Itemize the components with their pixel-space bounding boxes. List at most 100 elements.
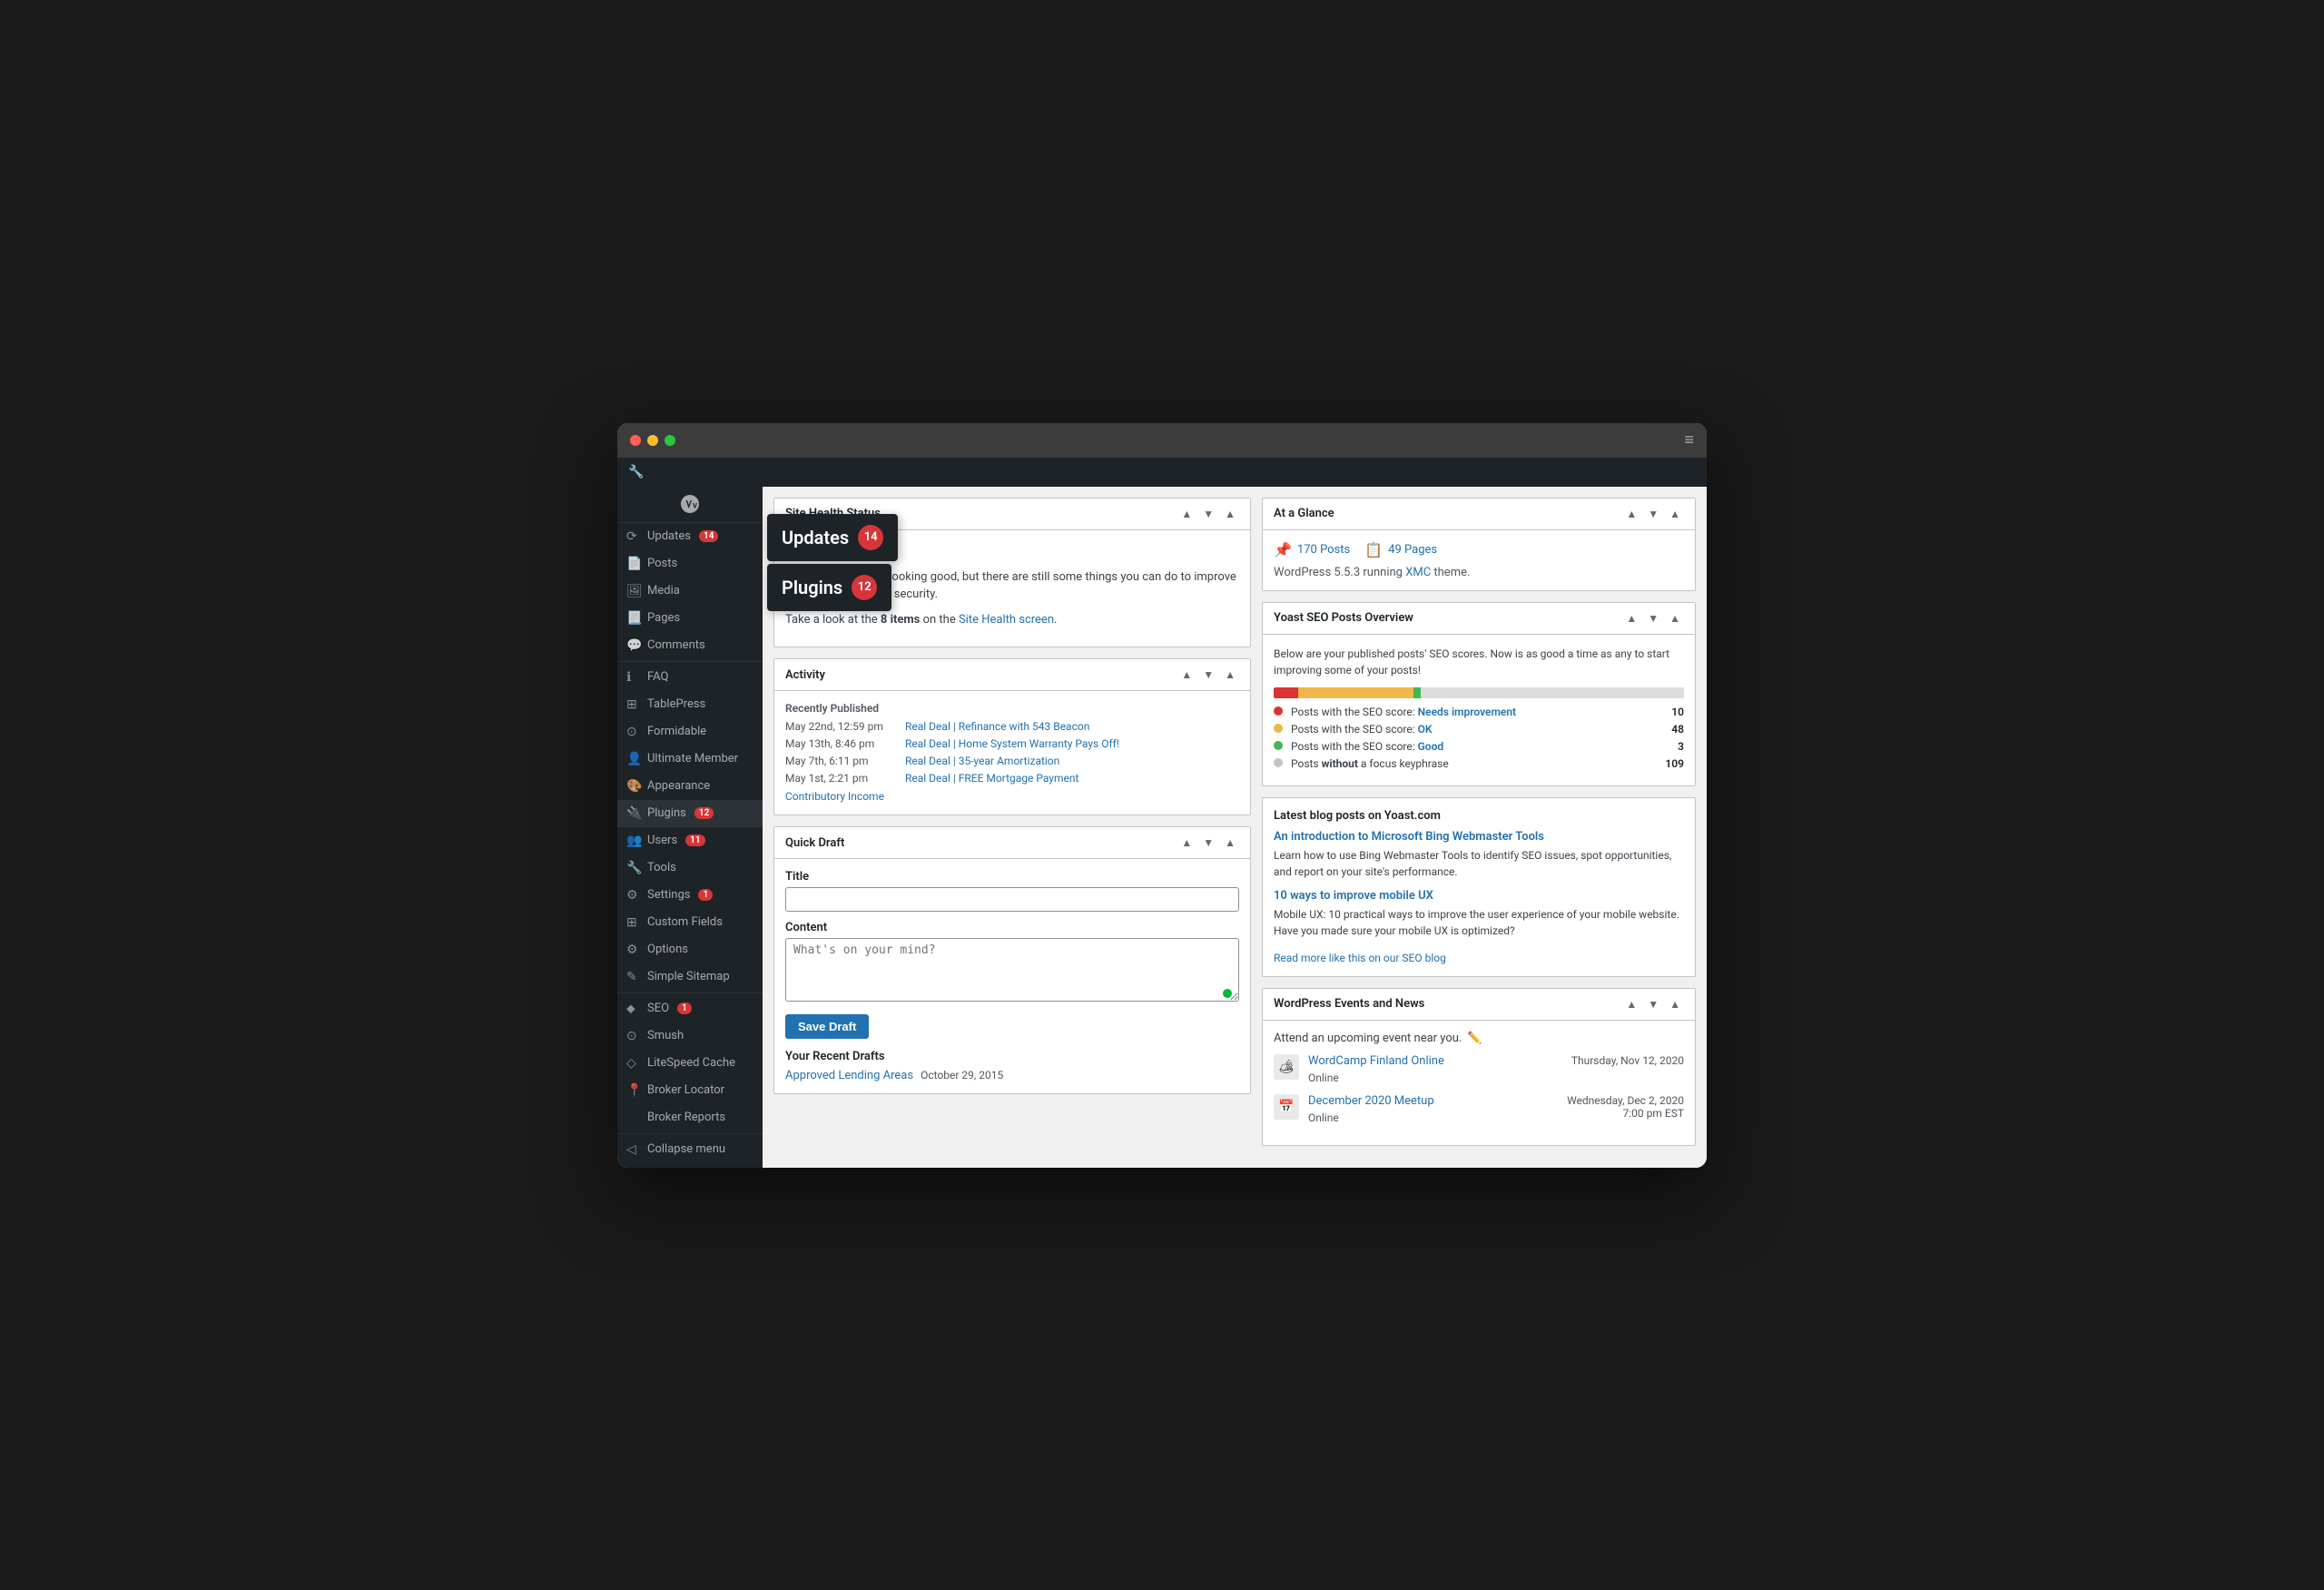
sidebar-item-ultimate-member[interactable]: 👤 Ultimate Member: [617, 746, 763, 773]
users-icon: 👥: [626, 834, 641, 848]
sidebar-item-media[interactable]: 🖼 Media: [617, 578, 763, 605]
seo-ok-link[interactable]: OK: [1418, 723, 1433, 736]
sidebar-item-pages[interactable]: 📃 Pages: [617, 605, 763, 632]
sidebar-item-broker-reports[interactable]: Broker Reports: [617, 1104, 763, 1131]
minimize-button[interactable]: [647, 435, 658, 446]
widget-quick-draft: Quick Draft ▲ ▼ ▲ Title Content: [773, 826, 1251, 1094]
faq-icon: ℹ: [626, 670, 641, 685]
sidebar-item-appearance[interactable]: 🎨 Appearance: [617, 773, 763, 800]
activity-date: May 13th, 8:46 pm: [785, 737, 894, 750]
sidebar-item-faq[interactable]: ℹ FAQ: [617, 664, 763, 691]
activity-post-link[interactable]: Real Deal | Home System Warranty Pays Of…: [905, 737, 1119, 750]
widget-health-up[interactable]: ▲: [1177, 506, 1196, 522]
widget-activity-collapse[interactable]: ▲: [1221, 667, 1239, 683]
seo-good-link[interactable]: Good: [1418, 740, 1444, 753]
widget-quick-draft-collapse[interactable]: ▲: [1221, 835, 1239, 851]
sidebar-item-label: Broker Reports: [647, 1111, 725, 1124]
maximize-button[interactable]: [665, 435, 675, 446]
seo-dot-red: [1274, 706, 1283, 716]
widget-seo-down[interactable]: ▼: [1644, 610, 1662, 627]
activity-post-link[interactable]: Real Deal | FREE Mortgage Payment: [905, 772, 1078, 785]
read-more-link[interactable]: Read more like this on our SEO blog: [1274, 952, 1446, 964]
sidebar-item-tablepress[interactable]: ⊞ TablePress: [617, 691, 763, 718]
activity-post-link[interactable]: Real Deal | 35-year Amortization: [905, 755, 1059, 767]
widget-seo-collapse[interactable]: ▲: [1666, 610, 1684, 627]
activity-row: May 13th, 8:46 pm Real Deal | Home Syste…: [785, 737, 1239, 750]
widget-glance-down[interactable]: ▼: [1644, 506, 1662, 522]
seo-needs-improvement-link[interactable]: Needs improvement: [1418, 706, 1516, 718]
seo-dot-gray: [1274, 758, 1283, 767]
activity-post-link[interactable]: Real Deal | Refinance with 543 Beacon: [905, 720, 1089, 733]
sidebar-item-plugins[interactable]: 🔌 Plugins 12: [617, 800, 763, 827]
widget-seo-overview: Yoast SEO Posts Overview ▲ ▼ ▲ Below are…: [1262, 602, 1696, 786]
sidebar-item-litespeed-cache[interactable]: ◇ LiteSpeed Cache: [617, 1050, 763, 1077]
widget-seo-up[interactable]: ▲: [1622, 610, 1640, 627]
health-screen-link[interactable]: Site Health screen: [959, 613, 1054, 627]
sidebar-item-comments[interactable]: 💬 Comments: [617, 632, 763, 659]
glance-posts-link[interactable]: 📌 170 Posts: [1274, 541, 1350, 558]
blog-post-link-1[interactable]: An introduction to Microsoft Bing Webmas…: [1274, 830, 1684, 844]
sidebar-item-label: Options: [647, 943, 688, 956]
sidebar-item-label: Comments: [647, 638, 705, 652]
wp-topbar-logo: 🔧: [628, 465, 644, 479]
settings-icon: ⚙: [626, 888, 641, 903]
sidebar-item-simple-sitemap[interactable]: ✎ Simple Sitemap: [617, 963, 763, 991]
widget-activity-down[interactable]: ▼: [1199, 667, 1217, 683]
widget-events-down[interactable]: ▼: [1644, 996, 1662, 1012]
sidebar-item-updates[interactable]: ⟳ Updates 14: [617, 523, 763, 550]
seo-description: Below are your published posts' SEO scor…: [1274, 646, 1684, 678]
seo-bar: [1274, 687, 1684, 698]
sidebar-item-custom-fields[interactable]: ⊞ Custom Fields: [617, 909, 763, 936]
sidebar-item-seo[interactable]: ⬥ SEO 1: [617, 995, 763, 1022]
activity-row: May 7th, 6:11 pm Real Deal | 35-year Amo…: [785, 755, 1239, 767]
widget-seo-header: Yoast SEO Posts Overview ▲ ▼ ▲: [1263, 603, 1695, 635]
sidebar-item-label: LiteSpeed Cache: [647, 1056, 735, 1070]
sidebar-item-options[interactable]: ⚙ Options: [617, 936, 763, 963]
theme-link[interactable]: XMC: [1405, 566, 1431, 579]
event-name-link-2[interactable]: December 2020 Meetup: [1308, 1094, 1558, 1108]
sidebar-item-settings[interactable]: ⚙ Settings 1: [617, 882, 763, 909]
widget-quick-draft-title: Quick Draft: [785, 836, 844, 850]
save-draft-button[interactable]: Save Draft: [785, 1014, 869, 1039]
widget-quick-draft-up[interactable]: ▲: [1177, 835, 1196, 851]
health-items-count: 8 items: [881, 613, 921, 627]
sidebar-item-users[interactable]: 👥 Users 11: [617, 827, 763, 854]
sidebar-wp-logo[interactable]: [617, 487, 763, 523]
widget-quick-draft-controls: ▲ ▼ ▲: [1177, 835, 1239, 851]
comments-icon: 💬: [626, 638, 641, 653]
widget-activity-header: Activity ▲ ▼ ▲: [774, 659, 1250, 691]
widget-events-up[interactable]: ▲: [1622, 996, 1640, 1012]
seo-label: Posts with the SEO score: Good: [1274, 740, 1443, 753]
sidebar-item-broker-locator[interactable]: 📍 Broker Locator: [617, 1077, 763, 1104]
draft-link[interactable]: Approved Lending Areas: [785, 1069, 913, 1082]
sidebar-item-smush[interactable]: ⊙ Smush: [617, 1022, 763, 1050]
widget-events-collapse[interactable]: ▲: [1666, 996, 1684, 1012]
draft-content-textarea[interactable]: [785, 938, 1239, 1002]
widget-health-down[interactable]: ▼: [1199, 506, 1217, 522]
widget-glance-controls: ▲ ▼ ▲: [1622, 506, 1684, 522]
draft-title-input[interactable]: [785, 887, 1239, 912]
sidebar-item-label: Formidable: [647, 725, 706, 738]
sidebar-item-formidable[interactable]: ⊙ Formidable: [617, 718, 763, 746]
sidebar-item-posts[interactable]: 📄 Posts: [617, 550, 763, 578]
widget-glance-collapse[interactable]: ▲: [1666, 506, 1684, 522]
sidebar-item-collapse[interactable]: ◁ Collapse menu: [617, 1136, 763, 1163]
widget-glance-header: At a Glance ▲ ▼ ▲: [1263, 499, 1695, 530]
activity-more-link[interactable]: Contributory Income: [785, 790, 884, 803]
sidebar-divider-3: [617, 1133, 763, 1134]
activity-row: May 1st, 2:21 pm Real Deal | FREE Mortga…: [785, 772, 1239, 785]
glance-pages-link[interactable]: 📋 49 Pages: [1364, 541, 1437, 558]
widget-quick-draft-down[interactable]: ▼: [1199, 835, 1217, 851]
titlebar-menu-icon[interactable]: ≡: [1684, 430, 1694, 449]
blog-post-link-2[interactable]: 10 ways to improve mobile UX: [1274, 889, 1684, 903]
widget-glance-up[interactable]: ▲: [1622, 506, 1640, 522]
widget-activity-up[interactable]: ▲: [1177, 667, 1196, 683]
event-row-2: 📅 December 2020 Meetup Online Wednesday,…: [1274, 1094, 1684, 1125]
posts-glance-icon: 📌: [1274, 541, 1292, 558]
widget-health-collapse[interactable]: ▲: [1221, 506, 1239, 522]
sidebar-item-tools[interactable]: 🔧 Tools: [617, 854, 763, 882]
event-name-link-1[interactable]: WordCamp Finland Online: [1308, 1054, 1562, 1068]
event-location-1: Online: [1308, 1072, 1339, 1084]
events-edit-icon[interactable]: ✏️: [1467, 1032, 1482, 1045]
close-button[interactable]: [630, 435, 641, 446]
